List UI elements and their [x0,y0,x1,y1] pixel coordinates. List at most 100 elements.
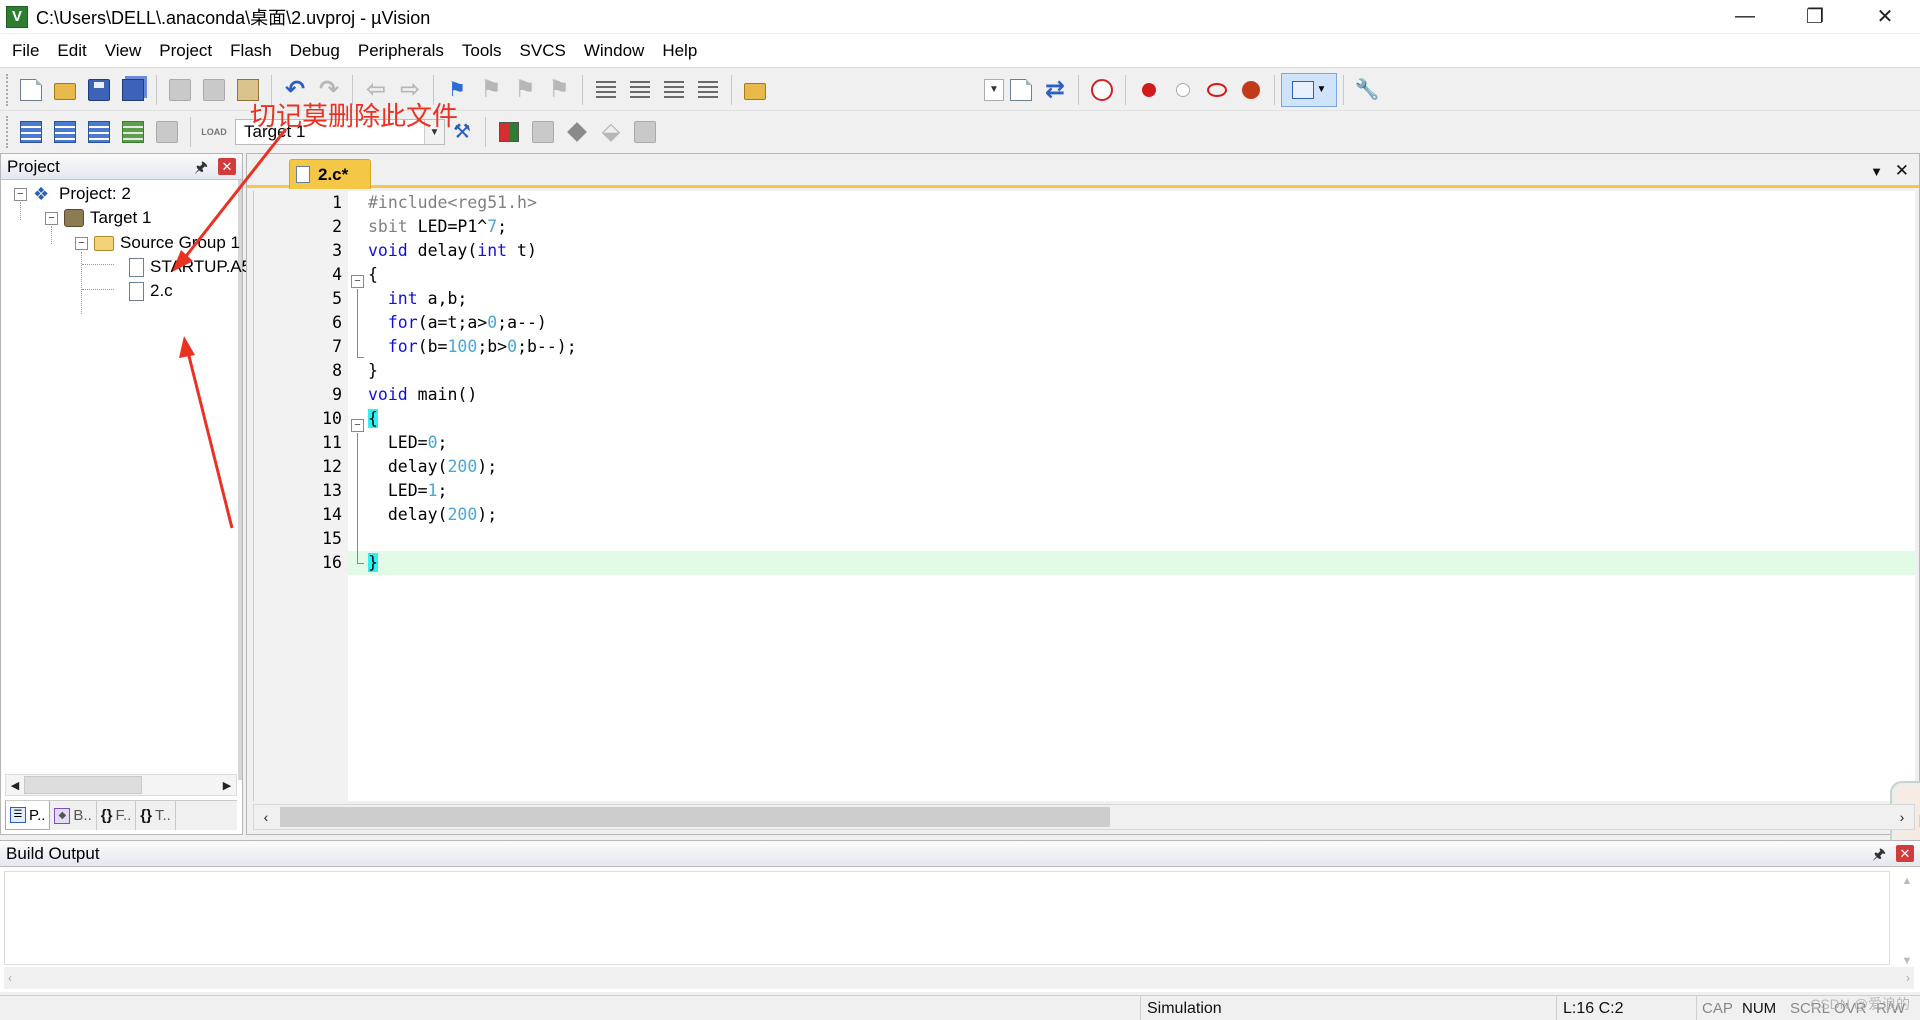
multi-project-button[interactable] [628,115,662,149]
menu-help[interactable]: Help [653,34,706,68]
manage-project-items-button[interactable] [492,115,526,149]
comment-button[interactable] [657,73,691,107]
stop-build-button[interactable] [150,115,184,149]
scroll-left-icon[interactable]: ‹ [254,809,278,825]
build-output-text[interactable] [4,871,1890,965]
collapse-toggle[interactable]: − [75,236,88,250]
find-combo-dropdown[interactable]: ▼ [984,78,1004,101]
scroll-right-icon[interactable]: › [1890,809,1914,825]
rebuild-button[interactable] [82,115,116,149]
close-project-panel-button[interactable]: ✕ [218,158,236,175]
insert-breakpoint-button[interactable] [1132,73,1166,107]
copy-button[interactable] [197,73,231,107]
save-button[interactable] [82,73,116,107]
tab-project[interactable]: ☰ P.. [5,801,51,830]
new-file-icon [20,78,42,101]
build-button[interactable] [48,115,82,149]
scroll-down-icon[interactable]: ▼ [1902,955,1913,967]
menu-bar: File Edit View Project Flash Debug Perip… [0,34,1920,68]
pin-icon[interactable]: 🖈 [1872,844,1886,869]
scroll-left-icon[interactable]: ‹ [8,971,12,985]
menu-project[interactable]: Project [150,34,221,68]
tree-node-startup-file[interactable]: STARTUP.A51 [123,255,261,279]
close-tab-icon[interactable]: ✕ [1895,161,1909,181]
indent-button[interactable] [589,73,623,107]
tree-connector [81,252,82,314]
menu-debug[interactable]: Debug [281,34,349,68]
target-icon [64,209,84,227]
new-file-button[interactable] [14,73,48,107]
tree-node-c-file[interactable]: 2.c [123,279,173,303]
menu-view[interactable]: View [96,34,151,68]
minimize-button[interactable]: — [1710,0,1780,33]
batch-build-button[interactable] [116,115,150,149]
project-hscrollbar[interactable]: ◀ ▶ [5,774,237,796]
project-tab-icon: ☰ [10,807,26,823]
status-cursor-position: L:16 C:2 [1556,996,1696,1020]
clear-bookmarks-button[interactable]: ⚑ [542,73,576,107]
diamond-icon [567,122,587,142]
tab-books[interactable]: ◆ B.. [50,801,97,830]
translate-button[interactable] [14,115,48,149]
pack-installer-button[interactable]: ⬙ [594,115,628,149]
open-file-button[interactable] [48,73,82,107]
scroll-left-icon[interactable]: ◀ [6,779,24,792]
code-text-line-7: for(b=100;b>0;b--); [387,337,577,356]
tree-node-project[interactable]: − ❖ Project: 2 [14,182,131,206]
close-window-button[interactable]: ✕ [1850,0,1920,33]
editor-tab-2c[interactable]: 2.c* [289,159,371,189]
previous-bookmark-button[interactable]: ⚑ [474,73,508,107]
restore-button[interactable]: ❐ [1780,0,1850,33]
uvision-app-icon[interactable]: V [6,5,28,28]
scroll-thumb[interactable] [24,776,142,794]
tab-list-dropdown-icon[interactable]: ▼ [1870,164,1883,179]
build-output-vscrollbar[interactable]: ▲ ▼ [1898,875,1916,967]
close-build-output-button[interactable]: ✕ [1896,845,1914,862]
unindent-button[interactable] [623,73,657,107]
collapse-toggle[interactable]: − [14,187,27,201]
code-editor[interactable]: − − 1 #include<reg51.h> 2 sbit LED=P1^7; 3… [253,191,1920,859]
select-packs-button[interactable] [526,115,560,149]
menu-edit[interactable]: Edit [48,34,95,68]
menu-tools[interactable]: Tools [453,34,511,68]
manage-rte-button[interactable] [560,115,594,149]
collapse-toggle[interactable]: − [45,211,58,225]
disable-all-breakpoints-button[interactable] [1200,73,1234,107]
build-output-hscrollbar[interactable]: ‹ › [4,967,1914,989]
incremental-find-button[interactable]: ⇄ [1038,73,1072,107]
find-button[interactable] [1004,73,1038,107]
tab-functions[interactable]: {} F.. [97,801,137,830]
scroll-up-icon[interactable]: ▲ [1902,875,1913,887]
menu-flash[interactable]: Flash [221,34,281,68]
tab-templates[interactable]: {} T.. [136,801,176,830]
kill-all-breakpoints-button[interactable] [1234,73,1268,107]
editor-hscrollbar[interactable]: ‹ › [253,804,1915,830]
configure-windows-button[interactable]: ▼ [1281,72,1337,107]
toolbar-grip[interactable] [6,116,10,148]
configure-button[interactable]: 🔧 [1350,73,1384,107]
line-number: 2 [332,217,342,236]
download-button[interactable]: LOAD [197,115,231,149]
toolbar-grip[interactable] [6,73,10,106]
menu-window[interactable]: Window [575,34,653,68]
menu-peripherals[interactable]: Peripherals [349,34,453,68]
uncomment-button[interactable] [691,73,725,107]
enable-breakpoint-button[interactable] [1166,73,1200,107]
rebuild-icon [88,121,110,143]
cut-button[interactable] [163,73,197,107]
code-token-number: 200 [447,457,478,476]
pin-icon[interactable]: 🖈 [194,157,208,182]
comment-icon [664,80,684,99]
start-debug-button[interactable] [1085,73,1119,107]
scroll-thumb[interactable] [280,807,1110,827]
menu-file[interactable]: File [0,34,48,68]
tree-node-source-group[interactable]: − Source Group 1 [75,231,240,255]
scroll-right-icon[interactable]: ▶ [218,779,236,792]
save-all-button[interactable] [116,73,150,107]
scroll-right-icon[interactable]: › [1906,971,1910,985]
prev-bookmark-icon: ⚑ [480,75,502,103]
next-bookmark-button[interactable]: ⚑ [508,73,542,107]
tree-node-target[interactable]: − Target 1 [45,206,151,230]
find-in-files-button[interactable] [738,73,772,107]
menu-svcs[interactable]: SVCS [511,34,575,68]
